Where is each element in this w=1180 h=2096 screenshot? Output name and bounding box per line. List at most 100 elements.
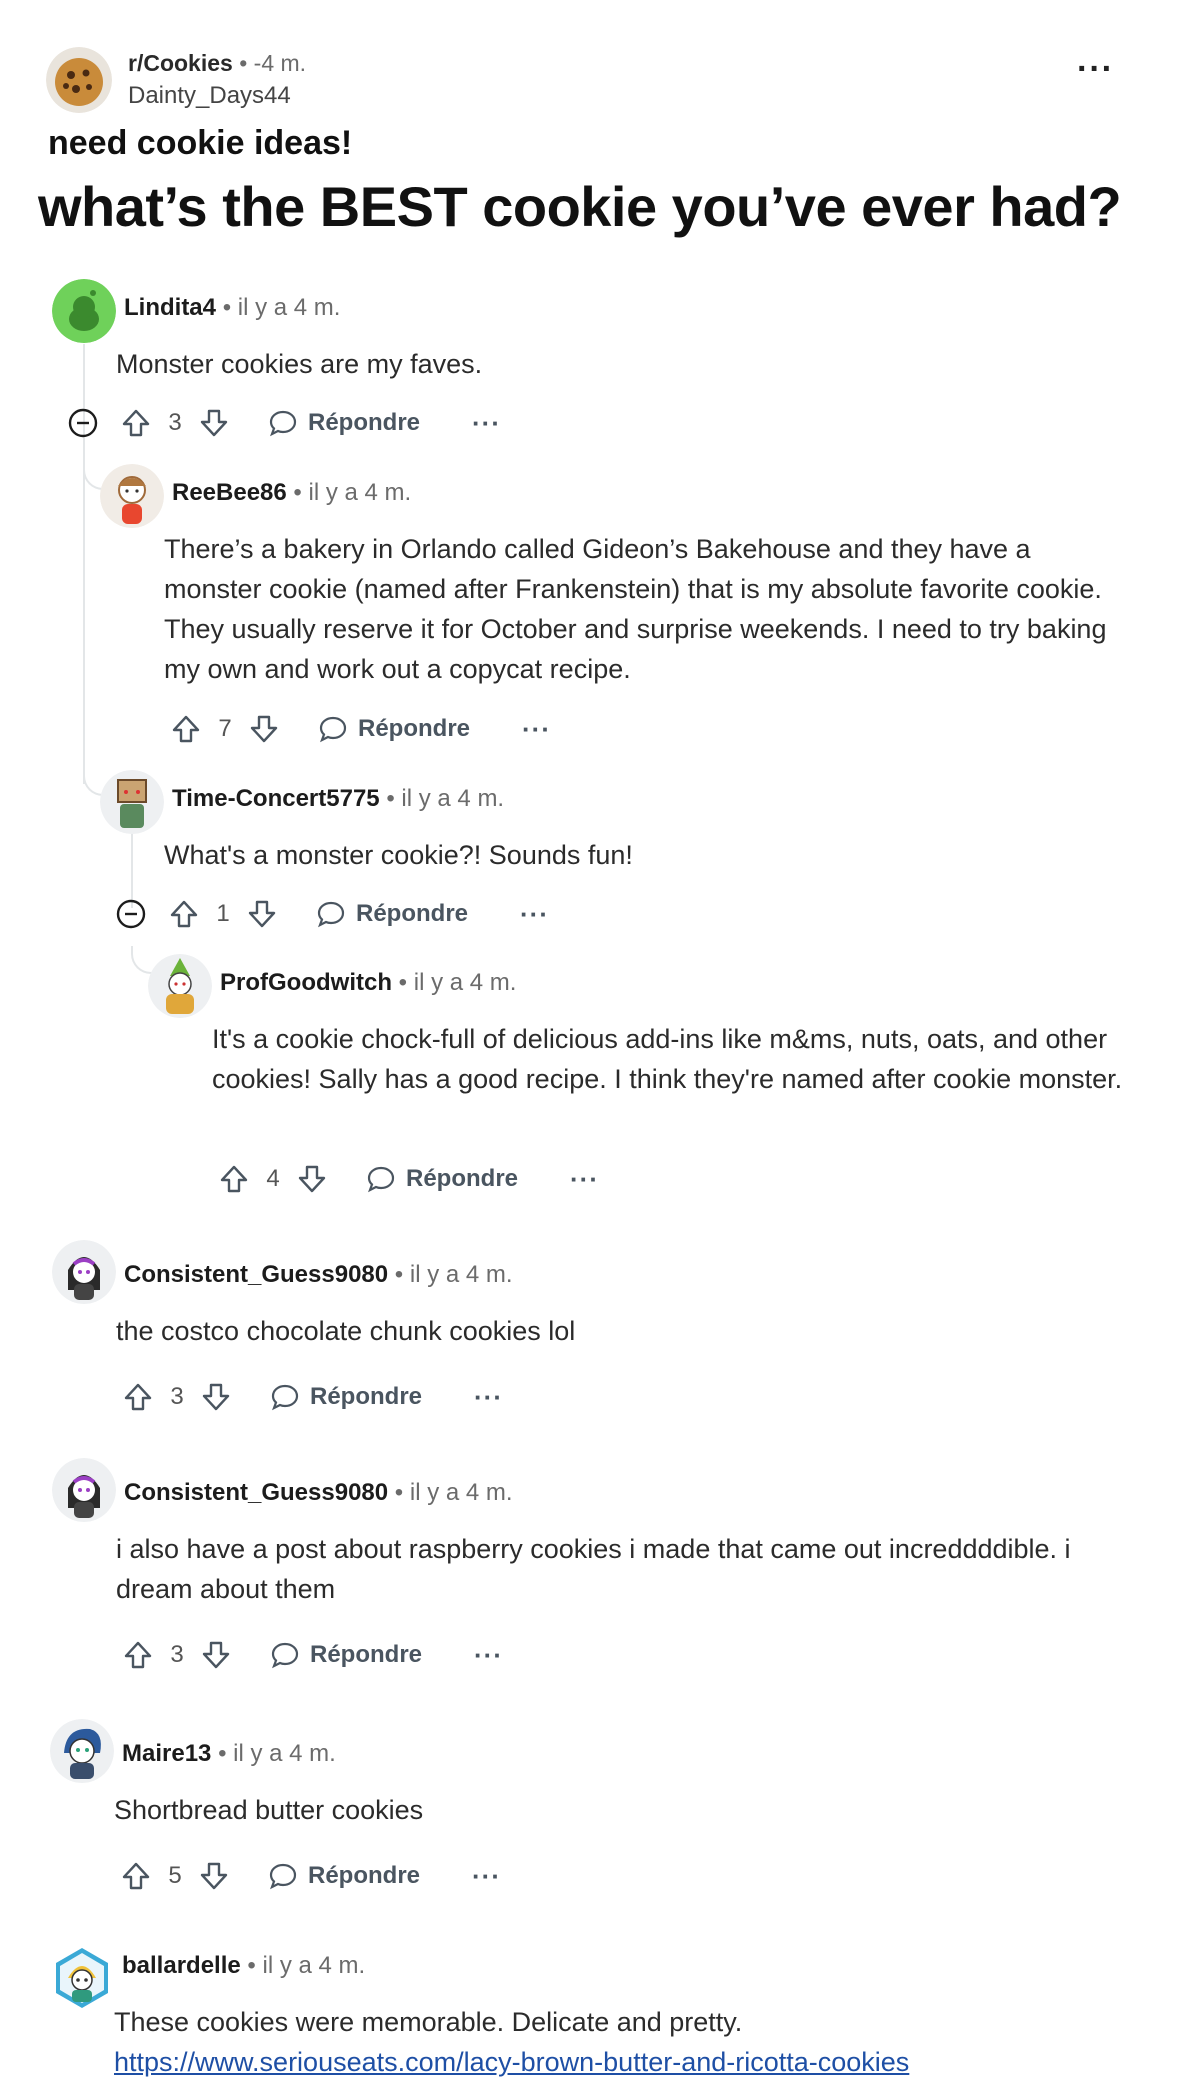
comment-bubble-icon	[317, 901, 345, 928]
vote-score: 1	[216, 900, 230, 927]
reply-label: Répondre	[356, 900, 469, 927]
post-meta: r/Cookies • -4 m.	[128, 50, 306, 77]
separator: •	[398, 969, 408, 996]
downvote-icon[interactable]	[198, 1860, 230, 1892]
comment-header: Maire13 • il y a 4 m.	[122, 1740, 336, 1768]
vote-score: 7	[218, 715, 232, 742]
vote-score: 3	[168, 409, 182, 436]
avatar[interactable]	[100, 770, 164, 834]
avatar[interactable]	[52, 1240, 116, 1304]
username[interactable]: ballardelle	[122, 1952, 241, 1979]
avatar[interactable]	[50, 1719, 114, 1783]
reply-label: Répondre	[308, 1862, 421, 1889]
vote-score: 3	[170, 1641, 184, 1668]
username[interactable]: Consistent_Guess9080	[124, 1479, 388, 1506]
reply-label: Répondre	[358, 715, 471, 742]
more-button[interactable]: ···	[474, 1382, 503, 1413]
downvote-icon[interactable]	[296, 1163, 328, 1195]
more-button[interactable]: ···	[472, 408, 501, 439]
separator: •	[394, 1479, 404, 1506]
comment-header: ReeBee86 • il y a 4 m.	[172, 479, 411, 507]
comment-header: Consistent_Guess9080 • il y a 4 m.	[124, 1479, 513, 1507]
comment-text: What's a monster cookie?! Sounds fun!	[164, 840, 633, 870]
upvote-icon[interactable]	[122, 1639, 154, 1671]
comment-text: It's a cookie chock-full of delicious ad…	[212, 1024, 1123, 1094]
username[interactable]: Consistent_Guess9080	[124, 1261, 388, 1288]
username[interactable]: Maire13	[122, 1740, 211, 1767]
comment-actions: 3 Répondre ···	[122, 1377, 503, 1417]
comment-time: il y a 4 m.	[233, 1740, 336, 1767]
comment-bubble-icon	[269, 410, 297, 437]
reply-button[interactable]: Répondre	[316, 899, 468, 929]
comment-actions: 1 Répondre ···	[116, 894, 549, 934]
downvote-icon[interactable]	[198, 407, 230, 439]
more-button[interactable]: ···	[522, 714, 551, 745]
comment-header: ProfGoodwitch • il y a 4 m.	[220, 969, 516, 997]
separator: •	[218, 1740, 227, 1767]
upvote-icon[interactable]	[170, 713, 202, 745]
comment-time: il y a 4 m.	[262, 1952, 366, 1979]
subreddit-avatar[interactable]	[46, 47, 112, 113]
collapse-icon[interactable]	[68, 408, 98, 438]
comment-actions: 3 Répondre ···	[122, 1635, 503, 1675]
post-time: -4 m.	[253, 50, 307, 76]
upvote-icon[interactable]	[120, 1860, 152, 1892]
comment-text: Monster cookies are my faves.	[116, 349, 483, 379]
separator: •	[386, 785, 395, 812]
avatar[interactable]	[52, 1458, 116, 1522]
comment-time: il y a 4 m.	[308, 479, 412, 506]
reply-button[interactable]: Répondre	[366, 1164, 518, 1194]
separator: •	[239, 50, 248, 76]
post-title: what’s the BEST cookie you’ve ever had?	[38, 175, 1122, 238]
avatar[interactable]	[52, 279, 116, 343]
subreddit-name[interactable]: r/Cookies	[128, 50, 233, 76]
reply-label: Répondre	[310, 1383, 423, 1410]
avatar[interactable]	[50, 1946, 114, 2010]
comment-text: There’s a bakery in Orlando called Gideo…	[164, 534, 1107, 684]
comment-header: Consistent_Guess9080 • il y a 4 m.	[124, 1261, 513, 1289]
reply-button[interactable]: Répondre	[270, 1640, 422, 1670]
upvote-icon[interactable]	[122, 1381, 154, 1413]
more-button[interactable]: ···	[570, 1164, 599, 1195]
comment-time: il y a 4 m.	[237, 294, 341, 321]
downvote-icon[interactable]	[246, 898, 278, 930]
username[interactable]: ReeBee86	[172, 479, 287, 506]
downvote-icon[interactable]	[248, 713, 280, 745]
post-author[interactable]: Dainty_Days44	[128, 82, 291, 110]
more-button[interactable]: ···	[474, 1640, 503, 1671]
comment-actions: 3 Répondre ···	[68, 403, 501, 443]
more-button[interactable]: ···	[472, 1861, 501, 1892]
more-button[interactable]: ···	[520, 899, 549, 930]
separator: •	[394, 1261, 404, 1288]
comment-time: il y a 4 m.	[401, 785, 505, 812]
comment-bubble-icon	[271, 1384, 299, 1411]
reply-button[interactable]: Répondre	[268, 1861, 420, 1891]
comment-bubble-icon	[271, 1642, 299, 1669]
comment-header: ballardelle • il y a 4 m.	[122, 1952, 365, 1980]
reply-button[interactable]: Répondre	[318, 714, 470, 744]
downvote-icon[interactable]	[200, 1381, 232, 1413]
reply-button[interactable]: Répondre	[268, 408, 420, 438]
separator: •	[293, 479, 302, 506]
avatar[interactable]	[100, 464, 164, 528]
reply-label: Répondre	[406, 1165, 519, 1192]
comment-bubble-icon	[319, 716, 347, 743]
reply-label: Répondre	[308, 409, 421, 436]
comment-link[interactable]: https://www.seriouseats.com/lacy-brown-b…	[114, 2047, 909, 2077]
upvote-icon[interactable]	[218, 1163, 250, 1195]
reply-button[interactable]: Répondre	[270, 1382, 422, 1412]
collapse-icon[interactable]	[116, 899, 146, 929]
post-flair[interactable]: need cookie ideas!	[48, 124, 352, 163]
post-more-button[interactable]: ···	[1077, 52, 1114, 86]
username[interactable]: ProfGoodwitch	[220, 969, 392, 996]
comment-header: Lindita4 • il y a 4 m.	[124, 294, 340, 322]
avatar[interactable]	[148, 954, 212, 1018]
username[interactable]: Time-Concert5775	[172, 785, 380, 812]
comment-time: il y a 4 m.	[409, 1261, 513, 1288]
downvote-icon[interactable]	[200, 1639, 232, 1671]
comment-time: il y a 4 m.	[409, 1479, 513, 1506]
username[interactable]: Lindita4	[124, 294, 216, 321]
comment-text: These cookies were memorable. Delicate a…	[114, 2007, 743, 2037]
upvote-icon[interactable]	[168, 898, 200, 930]
upvote-icon[interactable]	[120, 407, 152, 439]
